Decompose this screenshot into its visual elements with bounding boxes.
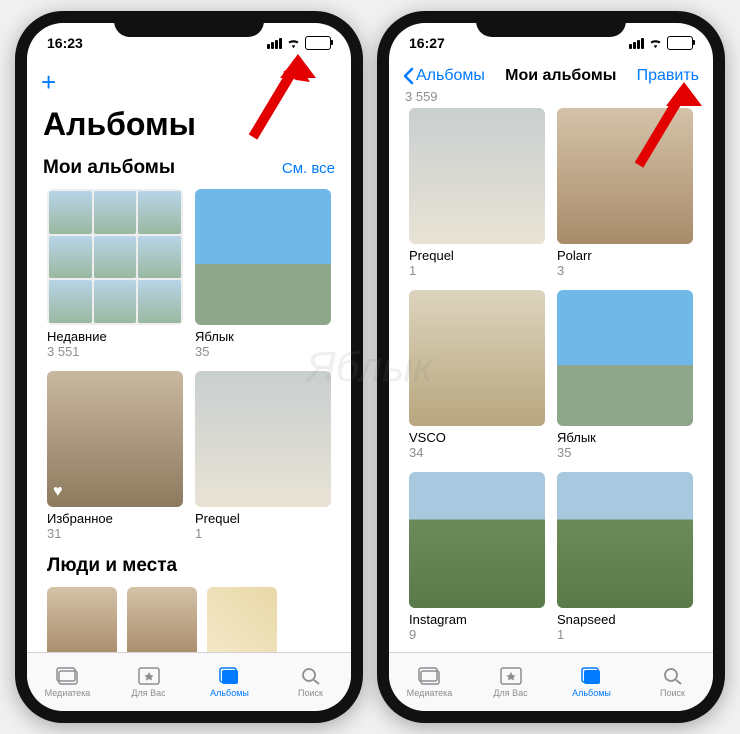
- album-count: 31: [47, 526, 183, 541]
- tab-foryou[interactable]: Для Вас: [108, 653, 189, 711]
- album-thumb: ♥: [47, 371, 183, 507]
- section-my-albums: Мои альбомы: [43, 157, 175, 179]
- battery-icon: [667, 36, 693, 50]
- album-item[interactable]: Недавние 3 551: [41, 185, 189, 367]
- tab-library[interactable]: Медиатека: [389, 653, 470, 711]
- places-item[interactable]: [207, 587, 277, 652]
- album-count: 3 551: [47, 344, 183, 359]
- albums-icon: [218, 666, 242, 686]
- foryou-icon: [499, 666, 523, 686]
- see-all-button[interactable]: См. все: [282, 160, 335, 177]
- annotation-arrow-left: [238, 42, 318, 142]
- people-item[interactable]: [127, 587, 197, 652]
- people-item[interactable]: [47, 587, 117, 652]
- library-icon: [56, 666, 80, 686]
- tab-foryou[interactable]: Для Вас: [470, 653, 551, 711]
- tab-search[interactable]: Поиск: [632, 653, 713, 711]
- album-thumb: [409, 290, 545, 426]
- heart-icon: ♥: [53, 483, 63, 501]
- album-thumb: [557, 472, 693, 608]
- album-item[interactable]: Яблык35: [551, 286, 699, 468]
- chevron-left-icon: [403, 67, 414, 85]
- section-people-places: Люди и места: [47, 555, 177, 577]
- album-item[interactable]: ♥ Избранное 31: [41, 367, 189, 549]
- nav-title: Мои альбомы: [505, 67, 616, 85]
- back-button[interactable]: Альбомы: [403, 67, 485, 85]
- albums-icon: [580, 666, 604, 686]
- add-button[interactable]: +: [41, 67, 56, 98]
- album-name: Избранное: [47, 511, 183, 526]
- album-item[interactable]: Prequel1: [403, 104, 551, 286]
- wifi-icon: [648, 38, 663, 49]
- album-item[interactable]: Prequel 1: [189, 367, 337, 549]
- album-name: Prequel: [195, 511, 331, 526]
- time: 16:23: [47, 35, 83, 51]
- album-item[interactable]: Snapseed1: [551, 468, 699, 650]
- tab-bar: Медиатека Для Вас Альбомы Поиск: [389, 652, 713, 711]
- time: 16:27: [409, 35, 445, 51]
- library-icon: [418, 666, 442, 686]
- tab-search[interactable]: Поиск: [270, 653, 351, 711]
- notch: [114, 11, 264, 37]
- albums-grid: Prequel1 Polarr3 VSCO34 Яблык35 Instagra…: [393, 104, 709, 650]
- album-thumb: [195, 371, 331, 507]
- tab-bar: Медиатека Для Вас Альбомы Поиск: [27, 652, 351, 711]
- album-thumb: [557, 290, 693, 426]
- notch: [476, 11, 626, 37]
- album-thumb: [47, 189, 183, 325]
- tab-albums[interactable]: Альбомы: [551, 653, 632, 711]
- album-thumb: [195, 189, 331, 325]
- annotation-arrow-right: [624, 70, 704, 170]
- album-item[interactable]: Instagram9: [403, 468, 551, 650]
- albums-grid: Недавние 3 551 Яблык 35 ♥ Избранное 31 P…: [31, 185, 347, 549]
- album-thumb: [409, 108, 545, 244]
- album-item[interactable]: VSCO34: [403, 286, 551, 468]
- search-icon: [299, 666, 323, 686]
- album-count: 35: [195, 344, 331, 359]
- album-count: 1: [195, 526, 331, 541]
- album-name: Яблык: [195, 329, 331, 344]
- tab-library[interactable]: Медиатека: [27, 653, 108, 711]
- tab-albums[interactable]: Альбомы: [189, 653, 270, 711]
- search-icon: [661, 666, 685, 686]
- album-name: Недавние: [47, 329, 183, 344]
- album-item[interactable]: Яблык 35: [189, 185, 337, 367]
- signal-icon: [629, 38, 644, 49]
- album-thumb: [409, 472, 545, 608]
- foryou-icon: [137, 666, 161, 686]
